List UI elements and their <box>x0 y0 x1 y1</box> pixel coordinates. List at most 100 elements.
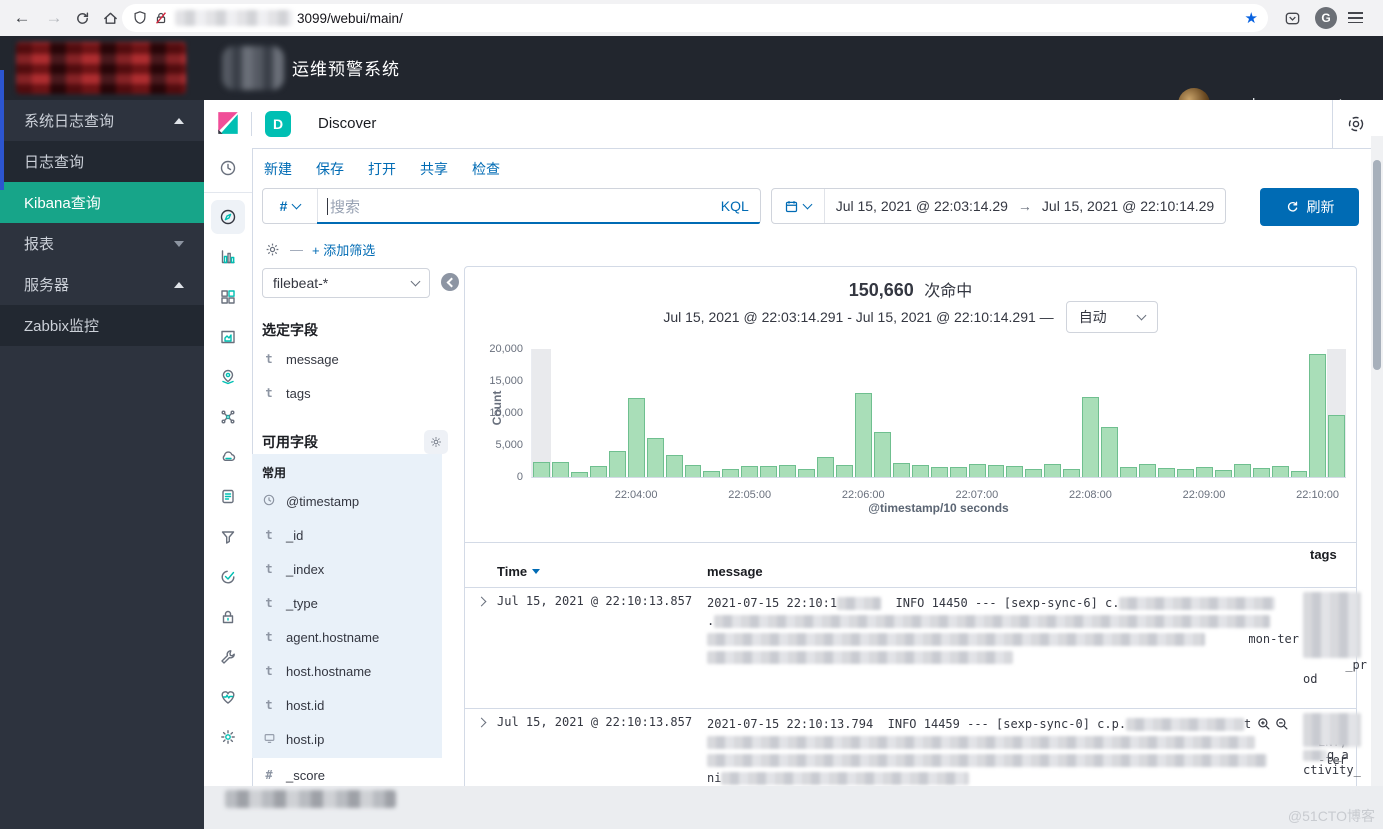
url-bar[interactable]: 3099/webui/main/ ★ <box>122 4 1268 32</box>
field-item-host.hostname[interactable]: thost.hostname <box>262 654 442 688</box>
histogram-bar[interactable] <box>740 349 759 477</box>
rail-management[interactable] <box>204 717 252 757</box>
field-item-agent.hostname[interactable]: tagent.hostname <box>262 620 442 654</box>
histogram-bar[interactable] <box>1119 349 1138 477</box>
histogram-bar[interactable] <box>873 349 892 477</box>
rail-logs[interactable] <box>204 477 252 517</box>
histogram-bar[interactable] <box>778 349 797 477</box>
histogram-bar[interactable] <box>1138 349 1157 477</box>
histogram-bar[interactable] <box>589 349 608 477</box>
histogram-bar[interactable] <box>1271 349 1290 477</box>
pocket-button[interactable] <box>1278 0 1306 36</box>
rail-stack-monitoring[interactable] <box>204 677 252 717</box>
field-item-tags[interactable]: ttags <box>262 376 462 410</box>
account-button[interactable]: G <box>1312 0 1340 36</box>
histogram-bar[interactable] <box>835 349 854 477</box>
rail-dashboard[interactable] <box>204 277 252 317</box>
field-item-host.id[interactable]: thost.id <box>262 688 442 722</box>
column-header-message[interactable]: message <box>707 564 763 579</box>
histogram-bar[interactable] <box>551 349 570 477</box>
kibana-logo-icon[interactable] <box>215 110 241 136</box>
histogram-bar[interactable] <box>532 349 551 477</box>
histogram-bar[interactable] <box>646 349 665 477</box>
histogram-bar[interactable] <box>1081 349 1100 477</box>
magnify-plus-icon[interactable] <box>1257 717 1271 731</box>
filter-settings-gear-icon[interactable] <box>264 241 281 258</box>
column-header-time[interactable]: Time <box>497 564 540 579</box>
sidebar-item-5[interactable]: Zabbix监控 <box>0 305 204 346</box>
column-header-tags[interactable]: tags <box>1310 547 1337 562</box>
histogram-bar[interactable] <box>1062 349 1081 477</box>
histogram-bar[interactable] <box>721 349 740 477</box>
histogram-bar[interactable] <box>930 349 949 477</box>
rail-security[interactable] <box>204 597 252 637</box>
toolbar-link-4[interactable]: 检查 <box>472 161 500 177</box>
add-filter-button[interactable]: + 添加筛选 <box>312 240 375 259</box>
rail-uptime[interactable] <box>204 557 252 597</box>
histogram-bar[interactable] <box>627 349 646 477</box>
bookmark-star-icon[interactable]: ★ <box>1245 9 1258 27</box>
histogram-bar[interactable] <box>759 349 778 477</box>
rail-discover[interactable] <box>204 197 252 237</box>
rail-machine-learning[interactable] <box>204 397 252 437</box>
histogram-bar[interactable] <box>1327 349 1346 477</box>
search-input[interactable]: 搜索 <box>318 196 710 217</box>
histogram-bar[interactable] <box>1195 349 1214 477</box>
sidebar-item-4[interactable]: 服务器 <box>0 264 204 305</box>
field-item-_id[interactable]: t_id <box>262 518 442 552</box>
field-item-host.ip[interactable]: host.ip <box>262 722 442 756</box>
field-item-_index[interactable]: t_index <box>262 552 442 586</box>
histogram-bar[interactable] <box>797 349 816 477</box>
rail-metrics[interactable] <box>204 437 252 477</box>
field-item-message[interactable]: tmessage <box>262 342 462 376</box>
forward-button[interactable]: → <box>40 0 68 36</box>
histogram-bar[interactable] <box>892 349 911 477</box>
histogram-bar[interactable] <box>854 349 873 477</box>
histogram-bar[interactable] <box>1043 349 1062 477</box>
toolbar-link-1[interactable]: 保存 <box>316 161 344 177</box>
sidebar-item-3[interactable]: 报表 <box>0 223 204 264</box>
time-to[interactable]: Jul 15, 2021 @ 22:10:14.29 <box>1042 198 1214 214</box>
rail-apm[interactable] <box>204 517 252 557</box>
histogram-bar[interactable] <box>987 349 1006 477</box>
histogram-bar[interactable] <box>1214 349 1233 477</box>
histogram-bar[interactable] <box>702 349 721 477</box>
expand-row-icon[interactable] <box>477 718 487 728</box>
refresh-button[interactable]: 刷新 <box>1260 188 1359 226</box>
help-button[interactable] <box>1347 115 1365 138</box>
back-button[interactable]: ← <box>8 0 36 36</box>
toolbar-link-3[interactable]: 共享 <box>420 161 448 177</box>
histogram-bar[interactable] <box>684 349 703 477</box>
toolbar-link-0[interactable]: 新建 <box>264 161 292 177</box>
field-settings-button[interactable] <box>424 430 448 454</box>
rail-recently-viewed[interactable] <box>204 148 252 188</box>
scrollbar[interactable] <box>1371 136 1383 786</box>
field-item-@timestamp[interactable]: @timestamp <box>262 484 442 518</box>
time-range[interactable]: Jul 15, 2021 @ 22:03:14.29 → Jul 15, 202… <box>825 198 1225 214</box>
histogram-bar[interactable] <box>1157 349 1176 477</box>
histogram-bar[interactable] <box>949 349 968 477</box>
sidebar-item-2[interactable]: Kibana查询 <box>0 182 204 223</box>
home-button[interactable] <box>96 0 124 36</box>
time-from[interactable]: Jul 15, 2021 @ 22:03:14.29 <box>836 198 1008 214</box>
histogram-bar[interactable] <box>911 349 930 477</box>
index-pattern-select[interactable]: filebeat-* <box>262 268 430 298</box>
histogram-bar[interactable] <box>570 349 589 477</box>
time-picker-menu[interactable] <box>772 189 825 223</box>
rail-canvas[interactable] <box>204 317 252 357</box>
sidebar-item-1[interactable]: 日志查询 <box>0 141 204 182</box>
scrollbar-thumb[interactable] <box>1373 160 1381 370</box>
histogram-bar[interactable] <box>1233 349 1252 477</box>
collapse-fields-button[interactable] <box>441 273 459 291</box>
magnify-minus-icon[interactable] <box>1275 717 1289 731</box>
query-language-button[interactable]: KQL <box>710 198 760 214</box>
expand-row-icon[interactable] <box>477 597 487 607</box>
toolbar-link-2[interactable]: 打开 <box>368 161 396 177</box>
histogram-bar[interactable] <box>608 349 627 477</box>
rail-dev-tools[interactable] <box>204 637 252 677</box>
histogram-bar[interactable] <box>1308 349 1327 477</box>
histogram-bar[interactable] <box>816 349 835 477</box>
rail-maps[interactable] <box>204 357 252 397</box>
histogram-bar[interactable] <box>968 349 987 477</box>
histogram-bar[interactable] <box>1290 349 1309 477</box>
